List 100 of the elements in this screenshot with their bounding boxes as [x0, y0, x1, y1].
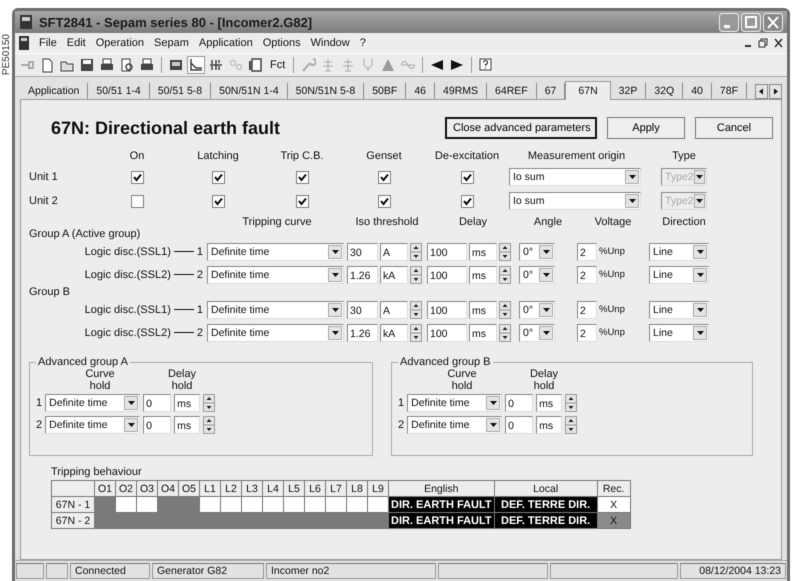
checkbox[interactable] [296, 194, 308, 208]
printer-icon[interactable] [99, 57, 115, 73]
checkbox[interactable] [460, 170, 474, 184]
tab[interactable]: 50N/51N 5-8 [288, 83, 364, 99]
input-field[interactable]: 0 [505, 416, 534, 434]
spin-buttons[interactable] [203, 416, 216, 434]
dropdown[interactable]: Line [649, 324, 709, 342]
input-field[interactable]: 100 [427, 242, 467, 260]
checkbox[interactable] [378, 194, 390, 208]
dropdown[interactable]: Definite time [45, 394, 140, 412]
unit-field[interactable]: ms [469, 324, 497, 342]
left-arrow-icon[interactable] [429, 57, 446, 73]
tab[interactable]: 67N [565, 81, 611, 100]
menu-item[interactable]: ? [360, 37, 366, 49]
spin-buttons[interactable] [565, 394, 578, 412]
dropdown[interactable]: Io sum [509, 192, 641, 210]
maximize-icon[interactable] [741, 12, 761, 32]
dropdown[interactable]: 0° [519, 266, 555, 284]
checkbox[interactable] [212, 170, 224, 184]
function-button[interactable]: Fct [268, 59, 288, 71]
triangle-icon[interactable] [380, 57, 396, 73]
help-icon[interactable] [478, 57, 494, 73]
spin-buttons[interactable] [203, 394, 216, 412]
dropdown[interactable]: Line [649, 242, 709, 260]
dropdown[interactable]: 0° [519, 242, 555, 260]
dropdown[interactable]: Definite time [207, 242, 344, 260]
scroll-right-icon[interactable] [769, 84, 782, 99]
dropdown[interactable]: Definite time [207, 266, 344, 284]
input-field[interactable]: 100 [427, 266, 467, 284]
tab[interactable]: 67 [536, 83, 566, 99]
menu-item[interactable]: File [39, 37, 57, 49]
printer-icon[interactable] [139, 57, 155, 73]
unit-field[interactable]: ms [174, 416, 200, 434]
input-field[interactable]: 0 [143, 394, 172, 412]
clipboard-icon[interactable] [248, 57, 264, 73]
input-field[interactable]: 2 [577, 266, 597, 284]
spin-buttons[interactable] [499, 324, 511, 342]
input-field[interactable]: 2 [577, 324, 597, 342]
unit-field[interactable]: A [380, 300, 408, 318]
spin-buttons[interactable] [499, 266, 511, 284]
spin-buttons[interactable] [410, 300, 422, 318]
action-button[interactable]: Close advanced parameters [445, 117, 597, 139]
grid-icon[interactable] [208, 57, 224, 73]
spin-buttons[interactable] [410, 266, 422, 284]
action-button[interactable]: Cancel [695, 117, 773, 139]
unit-field[interactable]: kA [380, 266, 408, 284]
action-button[interactable]: Apply [607, 117, 685, 139]
checkbox[interactable] [130, 194, 144, 208]
input-field[interactable]: 1.26 [347, 324, 378, 342]
spin-buttons[interactable] [499, 242, 511, 260]
menu-item[interactable]: Window [310, 37, 350, 49]
record-cell[interactable]: X [597, 496, 630, 512]
restore-icon[interactable] [758, 38, 768, 48]
dropdown[interactable]: Definite time [207, 324, 344, 342]
menu-item[interactable]: Operation [96, 37, 144, 49]
menu-item[interactable]: Options [262, 37, 301, 49]
dropdown[interactable]: Io sum [509, 168, 641, 186]
unit-field[interactable]: ms [536, 394, 562, 412]
menu-item[interactable]: Sepam [154, 37, 189, 49]
input-field[interactable]: 0 [505, 394, 534, 412]
input-field[interactable]: 2 [577, 242, 597, 260]
unit-field[interactable]: ms [469, 266, 497, 284]
tab[interactable]: 32P [610, 83, 646, 99]
unit-field[interactable]: ms [469, 300, 497, 318]
dropdown[interactable]: Definite time [407, 394, 502, 412]
dropdown[interactable]: Line [649, 266, 709, 284]
curve-icon[interactable] [188, 57, 204, 73]
dropdown[interactable]: 0° [519, 300, 555, 318]
print-preview-icon[interactable] [119, 57, 135, 73]
input-field[interactable]: 30 [347, 300, 378, 318]
checkbox[interactable] [296, 170, 308, 184]
spin-buttons[interactable] [410, 242, 422, 260]
input-field[interactable]: 1.26 [347, 266, 378, 284]
unit-field[interactable]: ms [469, 242, 497, 260]
input-field[interactable]: 0 [143, 416, 172, 434]
dropdown[interactable]: Definite time [45, 416, 140, 434]
dropdown[interactable]: Definite time [207, 300, 344, 318]
spin-buttons[interactable] [410, 324, 422, 342]
dropdown[interactable]: 0° [519, 324, 555, 342]
spin-buttons[interactable] [499, 300, 511, 318]
scroll-left-icon[interactable] [755, 84, 768, 99]
unit-field[interactable]: ms [174, 394, 200, 412]
unit-field[interactable]: ms [536, 416, 562, 434]
unit-field[interactable]: kA [380, 324, 408, 342]
unit-field[interactable]: A [380, 242, 408, 260]
input-field[interactable]: 30 [347, 242, 378, 260]
input-field[interactable]: 100 [427, 300, 467, 318]
menu-item[interactable]: Edit [66, 37, 86, 49]
right-arrow-icon[interactable] [449, 57, 466, 73]
input-field[interactable]: 100 [427, 324, 467, 342]
dropdown[interactable]: Definite time [407, 416, 502, 434]
spin-buttons[interactable] [565, 416, 578, 434]
save-icon[interactable] [79, 57, 95, 73]
checkbox[interactable] [212, 194, 224, 208]
input-field[interactable]: 2 [577, 300, 597, 318]
checkbox[interactable] [130, 170, 144, 184]
checkbox[interactable] [460, 194, 474, 208]
dropdown[interactable]: Line [649, 300, 709, 318]
checkbox[interactable] [378, 170, 390, 184]
menu-item[interactable]: Application [198, 37, 253, 49]
